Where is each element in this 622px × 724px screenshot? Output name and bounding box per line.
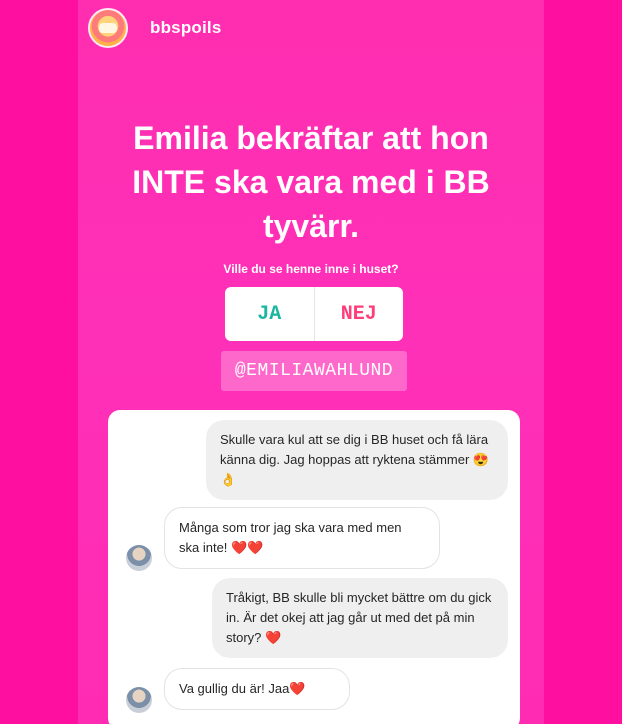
- avatar-logo: [99, 23, 117, 33]
- chat-message-received: Många som tror jag ska vara med men ska …: [164, 507, 440, 569]
- story-username[interactable]: bbspoils: [150, 18, 222, 38]
- profile-avatar-icon[interactable]: [88, 8, 128, 48]
- chat-message-sent: Skulle vara kul att se dig i BB huset oc…: [206, 420, 508, 500]
- story-header: bbspoils: [88, 6, 222, 50]
- poll-question: Ville du se henne inne i huset?: [223, 262, 399, 276]
- poll-option-yes[interactable]: JA: [225, 287, 315, 341]
- headline-line: INTE ska vara med i BB: [132, 164, 490, 200]
- poll-sticker: JA NEJ: [225, 287, 403, 341]
- story-frame: bbspoils Emilia bekräftar att hon INTE s…: [78, 0, 544, 724]
- chat-screenshot: Skulle vara kul att se dig i BB huset oc…: [108, 410, 520, 724]
- headline-line: tyvärr.: [262, 208, 360, 244]
- background-right: [544, 0, 622, 724]
- chat-message-received: Va gullig du är! Jaa❤️: [164, 668, 350, 710]
- user-avatar-icon: [126, 687, 152, 713]
- story-headline: Emilia bekräftar att hon INTE ska vara m…: [78, 116, 544, 248]
- background-left: [0, 0, 78, 724]
- poll-option-no[interactable]: NEJ: [315, 287, 404, 341]
- headline-line: Emilia bekräftar att hon: [133, 120, 489, 156]
- mention-sticker[interactable]: @EMILIAWAHLUND: [221, 351, 407, 391]
- user-avatar-icon: [126, 545, 152, 571]
- chat-message-sent: Tråkigt, BB skulle bli mycket bättre om …: [212, 578, 508, 658]
